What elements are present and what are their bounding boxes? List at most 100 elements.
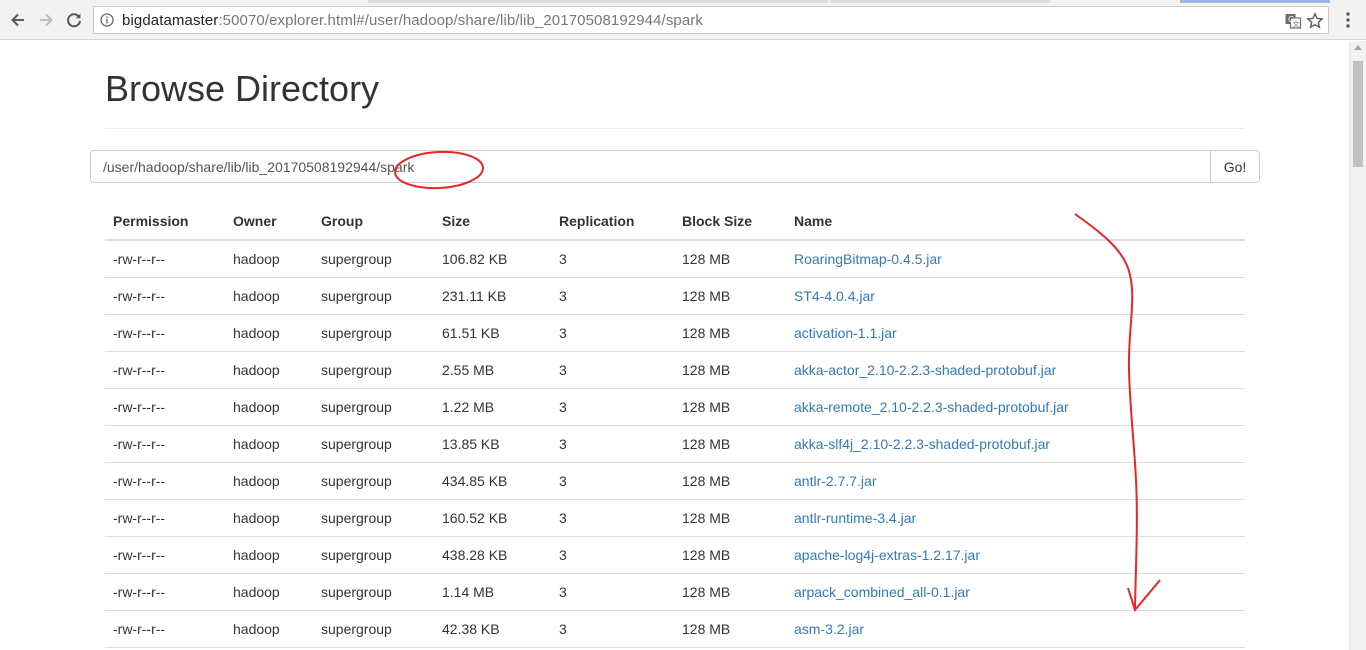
cell-group: supergroup — [313, 388, 434, 426]
column-header-permission[interactable]: Permission — [105, 203, 225, 241]
cell-group: supergroup — [313, 240, 434, 278]
table-row: -rw-r--r-- hadoop supergroup 231.11 KB 3 128 … — [105, 277, 1245, 315]
cell-replication: 3 — [551, 240, 674, 278]
file-name-link[interactable]: apache-log4j-extras-1.2.17.jar — [794, 547, 980, 563]
cell-permission: -rw-r--r-- — [105, 499, 225, 537]
star-icon[interactable] — [1306, 12, 1324, 30]
cell-group: supergroup — [313, 351, 434, 389]
kebab-menu-icon[interactable] — [1340, 10, 1356, 30]
address-bar[interactable]: bigdatamaster:50070/explorer.html#/user/… — [93, 6, 1329, 34]
cell-size: 231.11 KB — [434, 277, 551, 315]
tab-strip-edge — [830, 0, 1050, 3]
file-name-link[interactable]: activation-1.1.jar — [794, 325, 897, 341]
cell-replication: 3 — [551, 499, 674, 537]
cell-permission: -rw-r--r-- — [105, 573, 225, 611]
info-icon[interactable] — [100, 13, 114, 27]
back-arrow-icon[interactable] — [6, 8, 30, 32]
cell-replication: 3 — [551, 388, 674, 426]
reload-icon[interactable] — [62, 8, 86, 32]
file-name-link[interactable]: arpack_combined_all-0.1.jar — [794, 584, 970, 600]
address-url[interactable]: bigdatamaster:50070/explorer.html#/user/… — [122, 12, 703, 29]
cell-owner: hadoop — [225, 610, 313, 648]
page-scrollbar[interactable] — [1349, 41, 1366, 650]
column-header-block-size[interactable]: Block Size — [674, 203, 786, 241]
tab-strip-edge — [1180, 0, 1330, 3]
cell-size: 106.82 KB — [434, 240, 551, 278]
forward-arrow-icon[interactable] — [34, 8, 58, 32]
cell-owner: hadoop — [225, 462, 313, 500]
table-row: -rw-r--r-- hadoop supergroup 1.22 MB 3 128 MB… — [105, 388, 1245, 426]
cell-group: supergroup — [313, 425, 434, 463]
cell-group: supergroup — [313, 610, 434, 648]
cell-owner: hadoop — [225, 277, 313, 315]
cell-block-size: 128 MB — [674, 277, 786, 315]
file-name-link[interactable]: akka-remote_2.10-2.2.3-shaded-protobuf.j… — [794, 399, 1069, 415]
scroll-up-arrow-icon[interactable] — [1354, 45, 1362, 50]
cell-owner: hadoop — [225, 351, 313, 389]
table-row: -rw-r--r-- hadoop supergroup 438.28 KB 3 128 … — [105, 536, 1245, 574]
cell-permission: -rw-r--r-- — [105, 351, 225, 389]
cell-size: 13.85 KB — [434, 425, 551, 463]
cell-replication: 3 — [551, 573, 674, 611]
cell-size: 1.14 MB — [434, 573, 551, 611]
browser-toolbar: bigdatamaster:50070/explorer.html#/user/… — [0, 0, 1366, 40]
file-name-link[interactable]: akka-slf4j_2.10-2.2.3-shaded-protobuf.ja… — [794, 436, 1050, 452]
cell-block-size: 128 MB — [674, 610, 786, 648]
column-header-size[interactable]: Size — [434, 203, 551, 241]
column-header-replication[interactable]: Replication — [551, 203, 674, 241]
cell-name: apache-log4j-extras-1.2.17.jar — [786, 536, 1245, 574]
cell-size: 160.52 KB — [434, 499, 551, 537]
address-path: :50070/explorer.html#/user/hadoop/share/… — [218, 12, 704, 29]
cell-permission: -rw-r--r-- — [105, 425, 225, 463]
cell-permission: -rw-r--r-- — [105, 462, 225, 500]
cell-block-size: 128 MB — [674, 462, 786, 500]
cell-name: akka-remote_2.10-2.2.3-shaded-protobuf.j… — [786, 388, 1245, 426]
directory-path-input[interactable] — [90, 150, 1211, 183]
file-name-link[interactable]: akka-actor_2.10-2.2.3-shaded-protobuf.ja… — [794, 362, 1056, 378]
cell-size: 42.38 KB — [434, 610, 551, 648]
cell-block-size: 128 MB — [674, 573, 786, 611]
cell-name: antlr-2.7.7.jar — [786, 462, 1245, 500]
cell-block-size: 128 MB — [674, 351, 786, 389]
cell-permission: -rw-r--r-- — [105, 536, 225, 574]
cell-owner: hadoop — [225, 536, 313, 574]
cell-group: supergroup — [313, 314, 434, 352]
column-header-owner[interactable]: Owner — [225, 203, 313, 241]
table-row: -rw-r--r-- hadoop supergroup 1.14 MB 3 128 MB… — [105, 573, 1245, 611]
cell-group: supergroup — [313, 536, 434, 574]
cell-name: antlr-runtime-3.4.jar — [786, 499, 1245, 537]
cell-owner: hadoop — [225, 425, 313, 463]
file-name-link[interactable]: asm-3.2.jar — [794, 621, 864, 637]
cell-replication: 3 — [551, 462, 674, 500]
cell-name: akka-slf4j_2.10-2.2.3-shaded-protobuf.ja… — [786, 425, 1245, 463]
file-name-link[interactable]: ST4-4.0.4.jar — [794, 288, 875, 304]
column-header-name[interactable]: Name — [786, 203, 1245, 241]
cell-replication: 3 — [551, 351, 674, 389]
cell-replication: 3 — [551, 277, 674, 315]
file-name-link[interactable]: RoaringBitmap-0.4.5.jar — [794, 251, 942, 267]
column-header-group[interactable]: Group — [313, 203, 434, 241]
cell-owner: hadoop — [225, 573, 313, 611]
cell-replication: 3 — [551, 610, 674, 648]
table-row: -rw-r--r-- hadoop supergroup 106.82 KB 3 128 … — [105, 240, 1245, 278]
table-header-row: Permission Owner Group Size Replication … — [105, 203, 1245, 241]
cell-size: 1.22 MB — [434, 388, 551, 426]
table-row: -rw-r--r-- hadoop supergroup 2.55 MB 3 128 MB… — [105, 351, 1245, 389]
scrollbar-thumb[interactable] — [1353, 61, 1363, 167]
address-host: bigdatamaster — [122, 12, 219, 29]
cell-name: activation-1.1.jar — [786, 314, 1245, 352]
file-name-link[interactable]: antlr-runtime-3.4.jar — [794, 510, 916, 526]
cell-size: 434.85 KB — [434, 462, 551, 500]
cell-block-size: 128 MB — [674, 536, 786, 574]
cell-owner: hadoop — [225, 388, 313, 426]
cell-group: supergroup — [313, 499, 434, 537]
translate-icon[interactable]: G 文 — [1284, 12, 1302, 30]
page-title: Browse Directory — [105, 68, 380, 109]
cell-block-size: 128 MB — [674, 240, 786, 278]
cell-permission: -rw-r--r-- — [105, 277, 225, 315]
go-button[interactable]: Go! — [1210, 150, 1260, 183]
cell-name: arpack_combined_all-0.1.jar — [786, 573, 1245, 611]
file-name-link[interactable]: antlr-2.7.7.jar — [794, 473, 876, 489]
table-row: -rw-r--r-- hadoop supergroup 61.51 KB 3 128 M… — [105, 314, 1245, 352]
cell-name: ST4-4.0.4.jar — [786, 277, 1245, 315]
